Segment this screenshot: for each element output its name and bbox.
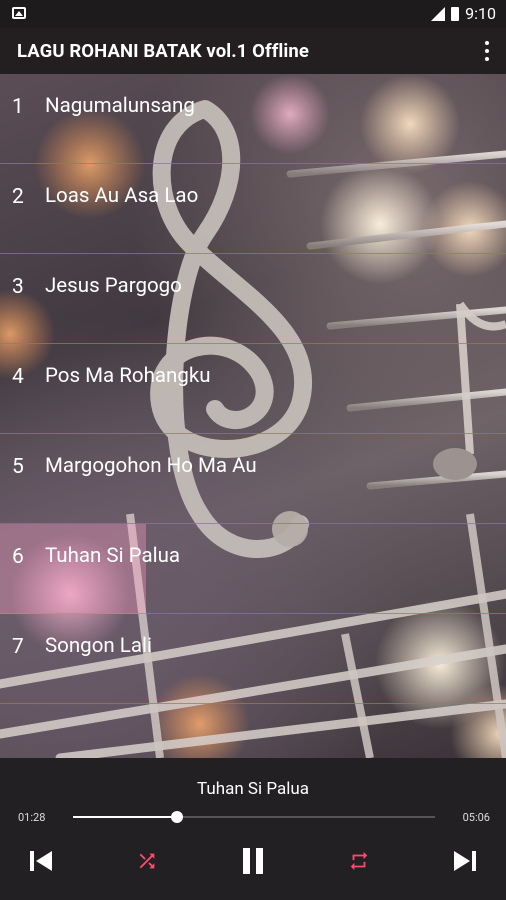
song-title: Songon Lali bbox=[45, 634, 152, 658]
pause-button[interactable] bbox=[236, 844, 270, 878]
repeat-button[interactable] bbox=[346, 844, 372, 878]
song-row[interactable]: 5 Margogohon Ho Ma Au bbox=[0, 434, 506, 524]
song-row[interactable]: 2 Loas Au Asa Lao bbox=[0, 164, 506, 254]
song-number: 4 bbox=[12, 365, 24, 389]
skip-next-icon bbox=[454, 851, 476, 871]
song-list: 1 Nagumalunsang 2 Loas Au Asa Lao 3 Jesu… bbox=[0, 74, 506, 704]
song-number: 6 bbox=[12, 545, 24, 569]
song-number: 7 bbox=[12, 635, 24, 659]
signal-icon bbox=[431, 6, 446, 21]
player-bar: Tuhan Si Palua 01:28 05:06 bbox=[0, 758, 506, 900]
seek-bar-fill bbox=[73, 816, 177, 818]
song-row[interactable]: 3 Jesus Pargogo bbox=[0, 254, 506, 344]
song-title: Nagumalunsang bbox=[45, 94, 195, 118]
elapsed-time: 01:28 bbox=[18, 811, 46, 824]
song-title: Loas Au Asa Lao bbox=[45, 184, 199, 208]
song-row[interactable]: 4 Pos Ma Rohangku bbox=[0, 344, 506, 434]
song-title: Margogohon Ho Ma Au bbox=[45, 454, 257, 478]
seek-bar[interactable] bbox=[73, 811, 435, 823]
shuffle-button[interactable] bbox=[134, 844, 160, 878]
song-row[interactable]: 1 Nagumalunsang bbox=[0, 74, 506, 164]
total-duration: 05:06 bbox=[462, 811, 490, 824]
overflow-menu-icon[interactable] bbox=[484, 41, 490, 61]
app-title: LAGU ROHANI BATAK vol.1 Offline bbox=[17, 40, 309, 62]
image-notification-icon bbox=[12, 7, 26, 19]
song-row[interactable]: 7 Songon Lali bbox=[0, 614, 506, 704]
song-row-active[interactable]: 6 Tuhan Si Palua bbox=[0, 524, 506, 614]
repeat-icon bbox=[350, 851, 368, 871]
status-bar: 9:10 bbox=[0, 0, 506, 28]
seek-bar-thumb[interactable] bbox=[170, 811, 183, 823]
next-button[interactable] bbox=[450, 844, 480, 878]
previous-button[interactable] bbox=[26, 844, 56, 878]
pause-icon bbox=[243, 848, 263, 874]
now-playing-title: Tuhan Si Palua bbox=[196, 779, 310, 799]
skip-previous-icon bbox=[30, 851, 52, 871]
active-highlight bbox=[0, 524, 146, 614]
song-number: 5 bbox=[12, 455, 24, 479]
app-bar: LAGU ROHANI BATAK vol.1 Offline bbox=[0, 28, 506, 74]
song-number: 3 bbox=[12, 275, 24, 299]
song-number: 1 bbox=[12, 95, 24, 119]
shuffle-icon bbox=[139, 853, 155, 869]
battery-icon bbox=[451, 6, 460, 21]
song-title: Pos Ma Rohangku bbox=[45, 364, 211, 388]
song-title: Tuhan Si Palua bbox=[45, 544, 181, 568]
song-number: 2 bbox=[12, 185, 24, 209]
status-time: 9:10 bbox=[465, 4, 496, 23]
song-title: Jesus Pargogo bbox=[45, 274, 182, 298]
